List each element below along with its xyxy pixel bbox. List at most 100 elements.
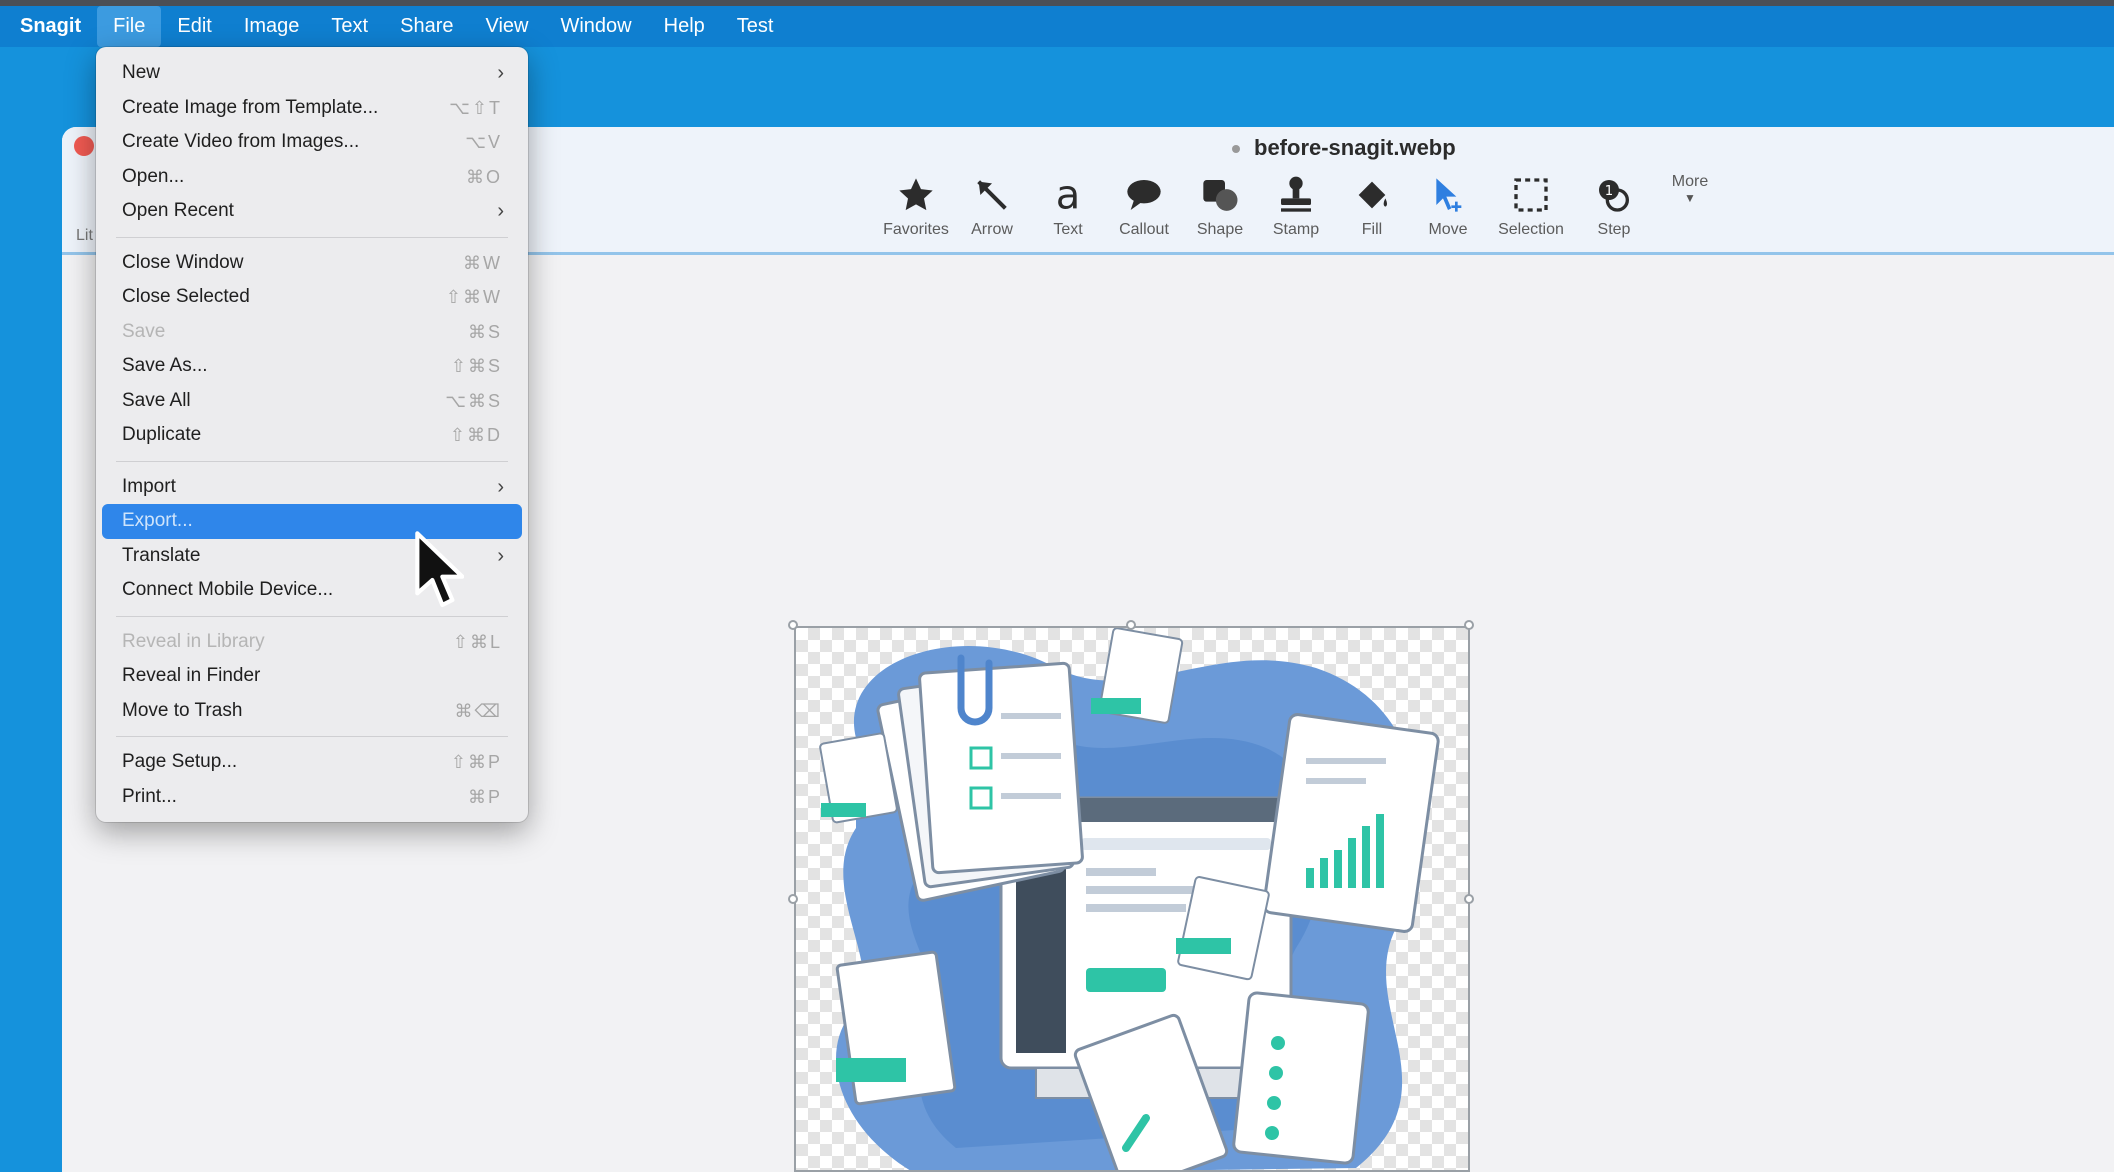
menu-item-shortcut: ⌥V — [465, 132, 502, 152]
menu-item-create-video-from-images[interactable]: Create Video from Images... ⌥V — [102, 125, 522, 160]
mouse-pointer-icon — [415, 531, 464, 608]
tool-shape[interactable]: Shape — [1182, 171, 1258, 251]
menu-item-create-image-from-template[interactable]: Create Image from Template... ⌥⇧T — [102, 91, 522, 126]
menubar-window[interactable]: Window — [544, 6, 647, 47]
document-illustration — [819, 628, 1440, 1170]
resize-handle-left[interactable] — [788, 894, 798, 904]
menu-item-label: Open Recent — [122, 200, 234, 221]
tool-stamp[interactable]: Stamp — [1258, 171, 1334, 251]
tool-label: Stamp — [1272, 221, 1320, 238]
menubar-view[interactable]: View — [469, 6, 544, 47]
menu-item-shortcut: ⇧⌘P — [450, 752, 502, 772]
tool-text[interactable]: a Text — [1030, 171, 1106, 251]
chevron-right-icon: › — [497, 62, 504, 84]
menu-item-reveal-in-finder[interactable]: Reveal in Finder — [102, 659, 522, 694]
menu-item-shortcut: ⌘O — [465, 166, 502, 187]
menu-item-save: Save ⌘S — [102, 315, 522, 350]
menu-item-page-setup[interactable]: Page Setup... ⇧⌘P — [102, 745, 522, 780]
menu-item-label: Translate — [122, 544, 201, 566]
menu-item-shortcut: ⌘S — [467, 321, 502, 342]
library-label[interactable]: Lit — [76, 227, 93, 245]
menubar-help[interactable]: Help — [648, 6, 721, 47]
menu-item-shortcut: ⌘⌫ — [454, 700, 502, 721]
image-canvas[interactable] — [794, 626, 1470, 1172]
resize-handle-right[interactable] — [1464, 894, 1474, 904]
menu-item-shortcut: ⌘W — [463, 252, 502, 273]
menu-item-label: Open... — [122, 165, 185, 187]
menu-item-new[interactable]: New › — [102, 56, 522, 91]
menu-item-label: Close Selected — [122, 286, 250, 307]
resize-handle-top-center[interactable] — [1126, 620, 1136, 630]
menu-item-label: Create Video from Images... — [122, 131, 360, 152]
svg-text:1: 1 — [1605, 184, 1613, 199]
menu-separator — [116, 460, 508, 462]
tool-move[interactable]: Move — [1410, 171, 1486, 251]
tool-label: Selection — [1498, 221, 1564, 238]
menu-item-reveal-in-library: Reveal in Library ⇧⌘L — [102, 625, 522, 660]
menubar-share[interactable]: Share — [384, 6, 469, 47]
menu-item-print[interactable]: Print... ⌘P — [102, 780, 522, 815]
menubar-image[interactable]: Image — [228, 6, 316, 47]
shape-icon — [1198, 171, 1242, 219]
tool-more[interactable]: More ▼ — [1652, 171, 1728, 251]
tool-callout[interactable]: Callout — [1106, 171, 1182, 251]
more-label: More — [1671, 173, 1709, 190]
tool-label: Text — [1053, 221, 1083, 238]
menu-item-move-to-trash[interactable]: Move to Trash ⌘⌫ — [102, 694, 522, 729]
menu-item-label: Reveal in Library — [122, 630, 265, 652]
tool-favorites[interactable]: Favorites — [878, 171, 954, 251]
menu-item-label: Import — [122, 475, 176, 497]
menu-item-label: Move to Trash — [122, 699, 243, 721]
menu-item-import[interactable]: Import › — [102, 470, 522, 505]
menu-item-save-as[interactable]: Save As... ⇧⌘S — [102, 349, 522, 384]
menu-item-save-all[interactable]: Save All ⌥⌘S — [102, 384, 522, 419]
menu-item-shortcut: ⌥⌘S — [445, 390, 502, 411]
menu-separator — [116, 236, 508, 238]
chevron-right-icon: › — [497, 475, 504, 498]
close-window-button[interactable] — [74, 136, 94, 156]
menu-item-label: Reveal in Finder — [122, 665, 261, 686]
step-icon: 1 — [1592, 171, 1636, 219]
tool-selection[interactable]: Selection — [1486, 171, 1576, 251]
menu-item-label: Save All — [122, 389, 191, 411]
menu-item-label: Print... — [122, 785, 177, 807]
tool-fill[interactable]: Fill — [1334, 171, 1410, 251]
menu-item-label: Connect Mobile Device... — [122, 579, 334, 600]
menubar-test[interactable]: Test — [721, 6, 790, 47]
menubar-file[interactable]: File — [97, 6, 162, 47]
menu-item-close-selected[interactable]: Close Selected ⇧⌘W — [102, 280, 522, 315]
menubar-text[interactable]: Text — [315, 6, 384, 47]
callout-icon — [1122, 171, 1166, 219]
menu-item-shortcut: ⇧⌘L — [452, 631, 502, 652]
star-icon — [894, 171, 938, 219]
menu-item-close-window[interactable]: Close Window ⌘W — [102, 246, 522, 281]
resize-handle-top-right[interactable] — [1464, 620, 1474, 630]
file-menu: New › Create Image from Template... ⌥⇧T Cr… — [96, 47, 528, 822]
menu-item-label: Save — [122, 320, 166, 342]
menu-item-label: New — [122, 62, 161, 83]
tool-label: Fill — [1361, 221, 1383, 238]
resize-handle-top-left[interactable] — [788, 620, 798, 630]
tool-arrow[interactable]: Arrow — [954, 171, 1030, 251]
menu-item-open-recent[interactable]: Open Recent › — [102, 194, 522, 229]
selection-icon — [1509, 171, 1553, 219]
document-title-text: before-snagit.webp — [1254, 135, 1456, 160]
tool-label: Callout — [1119, 221, 1169, 238]
fill-icon — [1350, 171, 1394, 219]
menu-item-label: Duplicate — [122, 424, 202, 445]
menu-item-label: Export... — [122, 510, 193, 531]
menu-item-label: Close Window — [122, 251, 244, 273]
menu-item-label: Create Image from Template... — [122, 96, 379, 118]
tool-step[interactable]: 1 Step — [1576, 171, 1652, 251]
menu-separator — [116, 615, 508, 617]
chevron-down-icon: ▼ — [1684, 191, 1696, 205]
menubar-app-name[interactable]: Snagit — [20, 6, 97, 47]
menu-item-open[interactable]: Open... ⌘O — [102, 160, 522, 195]
arrow-icon — [970, 171, 1014, 219]
menubar-edit[interactable]: Edit — [161, 6, 227, 47]
menu-item-shortcut: ⇧⌘D — [449, 425, 502, 445]
menu-item-duplicate[interactable]: Duplicate ⇧⌘D — [102, 418, 522, 453]
move-icon — [1426, 171, 1470, 219]
document-title: before-snagit.webp — [1232, 133, 1456, 163]
menu-separator — [116, 736, 508, 737]
